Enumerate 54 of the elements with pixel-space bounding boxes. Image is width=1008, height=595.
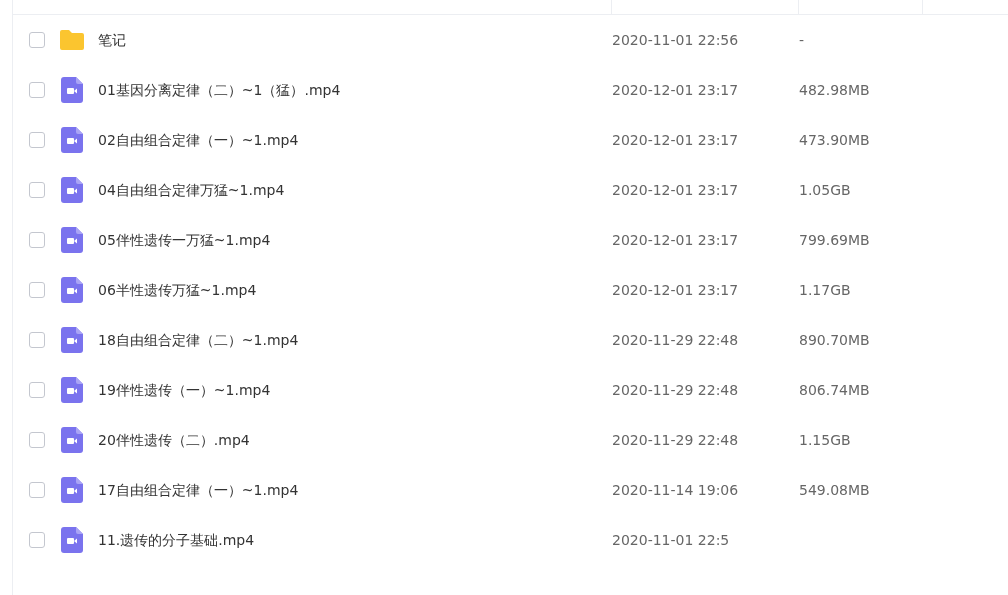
file-size: - [799,30,805,50]
file-size: 1.05GB [799,180,851,200]
file-name[interactable]: 20伴性遗传（二）.mp4 [98,431,250,448]
modified-time: 2020-11-01 22:5 [612,531,730,548]
file-size: 799.69MB [799,230,870,250]
video-file-icon [61,227,83,253]
file-name[interactable]: 04自由组合定律万猛~1.mp4 [98,181,285,198]
checkbox[interactable] [29,32,45,48]
modified-time: 2020-11-29 22:48 [612,331,739,348]
file-name[interactable]: 19伴性遗传（一）~1.mp4 [98,381,271,398]
checkbox[interactable] [29,332,45,348]
folder-icon [59,29,85,51]
video-file-icon [61,177,83,203]
file-name[interactable]: 02自由组合定律（一）~1.mp4 [98,131,299,148]
modified-time: 2020-12-01 23:17 [612,281,739,298]
modified-time: 2020-11-29 22:48 [612,431,739,448]
video-file-icon [61,527,83,553]
file-size: 1.15GB [799,430,851,450]
checkbox[interactable] [29,382,45,398]
file-size: 806.74MB [799,380,870,400]
modified-time: 2020-12-01 23:17 [612,181,739,198]
checkbox[interactable] [29,82,45,98]
file-size: 473.90MB [799,130,870,150]
checkbox[interactable] [29,532,45,548]
modified-time: 2020-11-14 19:06 [612,481,739,498]
file-size: 482.98MB [799,80,870,100]
modified-time: 2020-11-01 22:56 [612,31,739,48]
file-name[interactable]: 18自由组合定律（二）~1.mp4 [98,331,299,348]
file-size: 890.70MB [799,330,870,350]
file-name[interactable]: 17自由组合定律（一）~1.mp4 [98,481,299,498]
video-file-icon [61,277,83,303]
modified-time: 2020-11-29 22:48 [612,381,739,398]
checkbox[interactable] [29,182,45,198]
file-name[interactable]: 05伴性遗传一万猛~1.mp4 [98,231,271,248]
checkbox[interactable] [29,482,45,498]
file-name[interactable]: 笔记 [98,31,126,48]
video-file-icon [61,427,83,453]
file-size: 1.17GB [799,280,851,300]
checkbox[interactable] [29,282,45,298]
modified-time: 2020-12-01 23:17 [612,81,739,98]
file-name[interactable]: 01基因分离定律（二）~1（猛）.mp4 [98,81,341,98]
modified-time: 2020-12-01 23:17 [612,231,739,248]
video-file-icon [61,327,83,353]
video-file-icon [61,477,83,503]
video-file-icon [61,377,83,403]
video-file-icon [61,127,83,153]
checkbox[interactable] [29,132,45,148]
video-file-icon [61,77,83,103]
checkbox[interactable] [29,232,45,248]
file-name[interactable]: 11.遗传的分子基础.mp4 [98,531,255,548]
file-name[interactable]: 06半性遗传万猛~1.mp4 [98,281,257,298]
modified-time: 2020-12-01 23:17 [612,131,739,148]
file-size: 549.08MB [799,480,870,500]
checkbox[interactable] [29,432,45,448]
